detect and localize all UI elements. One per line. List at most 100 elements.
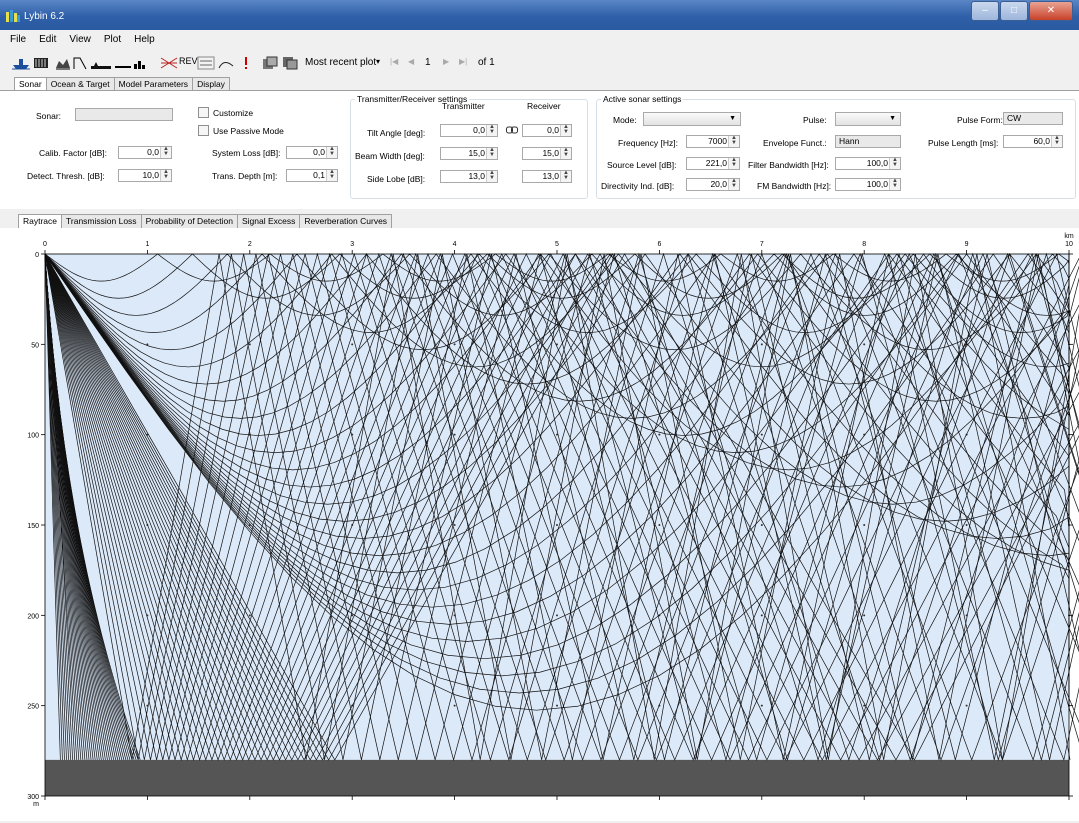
sonar-name-field[interactable] — [75, 108, 173, 121]
copy-window-icon[interactable] — [282, 56, 298, 70]
pulse-dropdown[interactable]: ▼ — [835, 112, 901, 126]
raytrace-plot-area: 0 1 2 3 4 5 6 7 8 9 10 km 0 50 100 150 200 250 300 m — [0, 228, 1079, 821]
ship-icon[interactable] — [12, 56, 30, 70]
tilt-angle-tx-input[interactable]: 0,0 ▲ ▼ — [440, 124, 498, 137]
menu-view[interactable]: View — [69, 34, 91, 45]
grid-dot — [453, 704, 456, 707]
bottom-profile-icon[interactable] — [90, 56, 112, 70]
tab-display[interactable]: Display — [192, 77, 230, 91]
x-tick-label: 3 — [350, 241, 354, 248]
beam-pattern-icon[interactable] — [73, 56, 87, 70]
ocean-profile-icon[interactable] — [55, 56, 71, 70]
grid-dot — [351, 343, 354, 346]
grid-dot — [760, 343, 763, 346]
tab-probability-detection[interactable]: Probability of Detection — [140, 214, 238, 228]
raytrace-plot[interactable]: 0 1 2 3 4 5 6 7 8 9 10km 0 50 100 150 200 250 300m — [0, 228, 1079, 821]
y-unit-label: m — [33, 801, 39, 808]
vol-surf-icon[interactable] — [197, 56, 215, 70]
trans-depth-input[interactable]: 0,1 ▲ ▼ — [286, 169, 338, 182]
link-icon[interactable] — [506, 126, 518, 134]
pulse-form-label: Pulse Form: — [957, 115, 1003, 125]
frequency-label: Frequency [Hz]: — [618, 138, 678, 148]
mode-dropdown[interactable]: ▼ — [643, 112, 741, 126]
grid-dot — [556, 614, 558, 617]
pulse-label: Pulse: — [803, 115, 827, 125]
envelope-field[interactable]: Hann — [835, 135, 901, 148]
minimize-button[interactable]: – — [971, 1, 999, 21]
recent-plot-dropdown-icon[interactable]: ▾ — [376, 57, 380, 66]
pulse-length-input[interactable]: 60,0 ▲ ▼ — [1003, 135, 1063, 148]
calib-factor-input[interactable]: 0,0 ▲ ▼ — [118, 146, 172, 159]
tilt-angle-label: Tilt Angle [deg]: — [367, 128, 426, 138]
grid-dot — [760, 614, 763, 617]
pulse-length-label: Pulse Length [ms]: — [928, 138, 999, 148]
menu-file[interactable]: File — [10, 34, 26, 45]
prev-page-icon[interactable]: ◀ — [408, 57, 414, 66]
pulse-form-field[interactable]: CW — [1003, 112, 1063, 125]
close-button[interactable]: ✕ — [1029, 1, 1073, 21]
beam-width-tx-input[interactable]: 15,0 ▲ ▼ — [440, 147, 498, 160]
source-level-label: Source Level [dB]: — [607, 160, 677, 170]
detect-thresh-input[interactable]: 10,0 ▲ ▼ — [118, 169, 172, 182]
first-page-icon[interactable]: |◀ — [390, 57, 398, 66]
passive-mode-label: Use Passive Mode — [213, 126, 284, 136]
mode-label: Mode: — [613, 115, 637, 125]
system-loss-input[interactable]: 0,0 ▲ ▼ — [286, 146, 338, 159]
sea-bottom — [45, 759, 1069, 796]
tab-model-parameters[interactable]: Model Parameters — [113, 77, 194, 91]
warning-icon[interactable] — [243, 56, 249, 70]
new-window-icon[interactable] — [262, 56, 278, 70]
x-tick-label: 6 — [657, 241, 661, 248]
y-tick-label: 250 — [27, 704, 39, 711]
menu-help[interactable]: Help — [134, 34, 155, 45]
side-lobe-tx-input[interactable]: 13,0 ▲ ▼ — [440, 170, 498, 183]
detect-thresh-label: Detect. Thresh. [dB]: — [27, 171, 105, 181]
tab-raytrace[interactable]: Raytrace — [18, 214, 63, 229]
trans-depth-label: Trans. Depth [m]: — [212, 171, 278, 181]
directivity-input[interactable]: 20,0 ▲ ▼ — [686, 178, 740, 191]
grid-dot — [248, 343, 251, 346]
rev-button[interactable]: REV — [179, 56, 198, 66]
tab-reverberation-curves[interactable]: Reverberation Curves — [299, 214, 393, 228]
maximize-button[interactable]: □ — [1000, 1, 1028, 21]
page-number[interactable]: 1 — [425, 57, 431, 68]
x-tick-label: 0 — [43, 241, 47, 248]
page-total: of 1 — [478, 57, 495, 68]
x-unit-label: km — [1064, 233, 1074, 240]
chevron-down-icon: ▼ — [729, 115, 736, 122]
el-curve-icon[interactable] — [218, 56, 234, 70]
source-level-input[interactable]: 221,0 ▲ ▼ — [686, 157, 740, 170]
side-lobe-rx-input[interactable]: 13,0 ▲ ▼ — [522, 170, 572, 183]
receiver-header: Receiver — [527, 101, 561, 111]
sonar-array-icon[interactable] — [33, 56, 49, 70]
menu-plot[interactable]: Plot — [104, 34, 121, 45]
tab-transmission-loss[interactable]: Transmission Loss — [61, 214, 142, 228]
fm-bandwidth-input[interactable]: 100,0 ▲ ▼ — [835, 178, 901, 191]
beam-width-rx-input[interactable]: 15,0 ▲ ▼ — [522, 147, 572, 160]
customize-checkbox[interactable] — [198, 107, 209, 118]
grid-dot — [453, 524, 456, 526]
menu-edit[interactable]: Edit — [39, 34, 56, 45]
raytrace-icon[interactable] — [160, 56, 178, 70]
grid-dot — [760, 433, 763, 436]
system-loss-label: System Loss [dB]: — [212, 148, 281, 158]
window-title: Lybin 6.2 — [24, 11, 65, 22]
x-tick-label: 2 — [248, 241, 252, 248]
next-page-icon[interactable]: ▶ — [443, 57, 449, 66]
filter-bandwidth-input[interactable]: 100,0 ▲ ▼ — [835, 157, 901, 170]
grid-dot — [658, 524, 661, 526]
passive-mode-checkbox[interactable] — [198, 125, 209, 136]
frequency-input[interactable]: 7000 ▲ ▼ — [686, 135, 740, 148]
grid-dot — [760, 704, 763, 707]
grid-dot — [453, 343, 456, 346]
tilt-angle-rx-input[interactable]: 0,0 ▲ ▼ — [522, 124, 572, 137]
grid-dot — [556, 524, 558, 526]
flat-bottom-icon[interactable] — [114, 56, 132, 70]
grid-dot — [965, 524, 968, 526]
sonar-settings-panel: Sonar: Calib. Factor [dB]: 0,0 ▲ ▼ Detect.… — [0, 90, 1079, 209]
depth-bars-icon[interactable] — [133, 56, 147, 70]
tab-signal-excess[interactable]: Signal Excess — [236, 214, 301, 228]
title-bar: Lybin 6.2 – □ ✕ — [0, 0, 1079, 30]
tab-ocean-target[interactable]: Ocean & Target — [45, 77, 115, 91]
last-page-icon[interactable]: ▶| — [459, 57, 467, 66]
